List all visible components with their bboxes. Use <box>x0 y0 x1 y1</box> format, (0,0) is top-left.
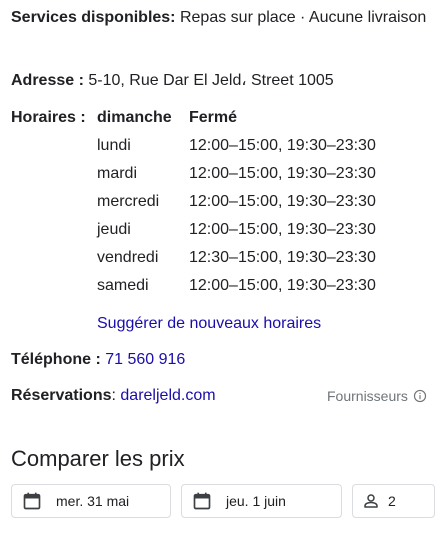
checkin-date-field[interactable]: mer. 31 mai <box>11 484 171 518</box>
info-icon <box>413 389 427 403</box>
hours-time: Fermé <box>189 109 238 126</box>
guests-value: 2 <box>388 493 396 509</box>
hours-row: mardi 12:00–15:00, 19:30–23:30 <box>97 160 376 188</box>
reservations-link[interactable]: dareljeld.com <box>120 387 215 404</box>
hours-time: 12:30–15:00, 19:30–23:30 <box>189 249 376 266</box>
hours-time: 12:00–15:00, 19:30–23:30 <box>189 193 376 210</box>
address-info: Adresse : 5-10, Rue Dar El Jeld، Street … <box>11 67 436 95</box>
hours-row: samedi 12:00–15:00, 19:30–23:30 <box>97 272 376 300</box>
services-info: Services disponibles: Repas sur place · … <box>11 4 431 32</box>
reservations-separator: : <box>111 387 116 404</box>
compare-prices-title: Comparer les prix <box>11 446 185 471</box>
hours-row: lundi 12:00–15:00, 19:30–23:30 <box>97 132 376 160</box>
calendar-icon <box>22 491 42 511</box>
guests-field[interactable]: 2 <box>352 484 435 518</box>
services-label: Services disponibles: <box>11 9 176 26</box>
phone-label: Téléphone : <box>11 351 101 368</box>
checkout-date-value: jeu. 1 juin <box>226 493 286 509</box>
hours-label: Horaires : <box>11 109 86 126</box>
services-value: Repas sur place · Aucune livraison <box>179 9 427 26</box>
calendar-icon <box>192 491 212 511</box>
hours-day: dimanche <box>97 109 172 126</box>
checkin-date-value: mer. 31 mai <box>56 493 130 509</box>
hours-row: dimanche Fermé <box>97 104 376 132</box>
hours-day: samedi <box>97 277 149 294</box>
phone-info: Téléphone : 71 560 916 <box>11 346 185 374</box>
hours-time: 12:00–15:00, 19:30–23:30 <box>189 221 376 238</box>
address-label: Adresse : <box>11 72 84 89</box>
hours-table: dimanche Fermé lundi 12:00–15:00, 19:30–23:… <box>97 104 376 300</box>
address-value: 5-10, Rue Dar El Jeld، Street 1005 <box>88 72 334 89</box>
hours-time: 12:00–15:00, 19:30–23:30 <box>189 277 376 294</box>
hours-time: 12:00–15:00, 19:30–23:30 <box>189 137 376 154</box>
reservations-info: Réservations: dareljeld.com <box>11 382 216 410</box>
hours-day: mercredi <box>97 193 160 210</box>
hours-day: jeudi <box>97 221 131 238</box>
hours-row: jeudi 12:00–15:00, 19:30–23:30 <box>97 216 376 244</box>
person-icon <box>362 492 380 510</box>
hours-row: vendredi 12:30–15:00, 19:30–23:30 <box>97 244 376 272</box>
reservations-label: Réservations <box>11 387 112 404</box>
hours-day: lundi <box>97 137 131 154</box>
hours-time: 12:00–15:00, 19:30–23:30 <box>189 165 376 182</box>
hours-row: mercredi 12:00–15:00, 19:30–23:30 <box>97 188 376 216</box>
providers-label: Fournisseurs <box>327 388 408 404</box>
checkout-date-field[interactable]: jeu. 1 juin <box>181 484 342 518</box>
hours-day: mardi <box>97 165 138 182</box>
hours-day: vendredi <box>97 249 159 266</box>
suggest-hours-link[interactable]: Suggérer de nouveaux horaires <box>97 310 321 338</box>
phone-link[interactable]: 71 560 916 <box>105 351 185 368</box>
providers-button[interactable]: Fournisseurs <box>327 384 427 408</box>
